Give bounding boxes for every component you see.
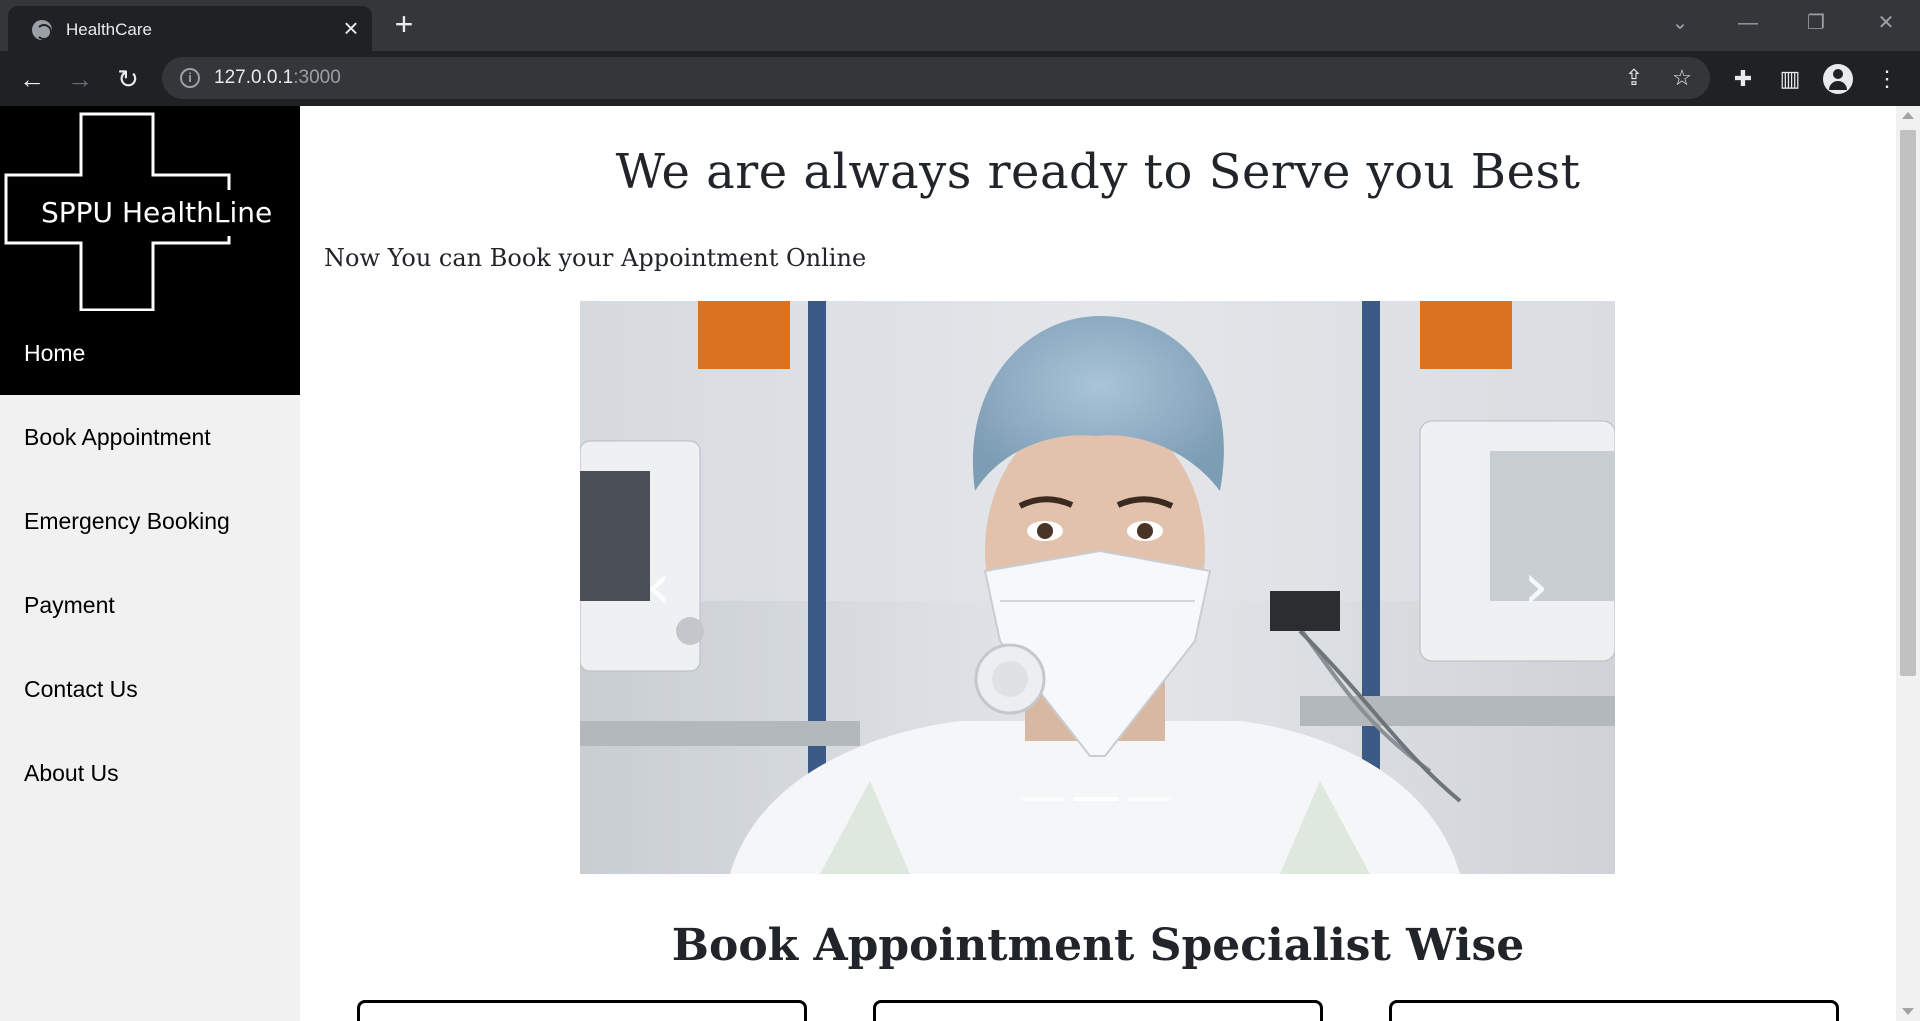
tab-search-icon[interactable]: ⌄ <box>1660 8 1700 38</box>
extensions-icon[interactable]: ✚ <box>1727 63 1759 95</box>
carousel-slide-image <box>580 301 1615 874</box>
specialist-card[interactable] <box>357 1000 807 1021</box>
page-subtitle: Now You can Book your Appointment Online <box>324 244 867 272</box>
sidebar-item-contact-us[interactable]: Contact Us <box>0 647 300 731</box>
scroll-up-icon[interactable] <box>1902 112 1914 119</box>
page-scrollbar[interactable] <box>1896 106 1920 1021</box>
profile-avatar-icon[interactable] <box>1823 64 1853 94</box>
sidebar-item-book-appointment[interactable]: Book Appointment <box>0 395 300 479</box>
browser-tabstrip: HealthCare × + ⌄ — ❐ ✕ <box>0 0 1920 51</box>
side-panel-icon[interactable]: ▥ <box>1774 63 1806 95</box>
carousel-indicator[interactable] <box>1128 797 1172 801</box>
specialist-card[interactable] <box>873 1000 1323 1021</box>
scroll-down-icon[interactable] <box>1902 1008 1914 1015</box>
carousel-indicator-active[interactable] <box>1074 797 1118 801</box>
site-info-icon[interactable]: i <box>180 68 200 88</box>
section-title: Book Appointment Specialist Wise <box>671 920 1525 971</box>
sidebar-item-payment[interactable]: Payment <box>0 563 300 647</box>
restore-icon[interactable]: ❐ <box>1796 8 1836 38</box>
minimize-icon[interactable]: — <box>1728 8 1768 38</box>
specialist-card[interactable] <box>1389 1000 1839 1021</box>
scroll-thumb[interactable] <box>1900 130 1916 676</box>
browser-toolbar: ← → ↻ i 127.0.0.1:3000 ⇪ ☆ ✚ ▥ ⋮ <box>0 51 1920 106</box>
page-title: We are always ready to Serve you Best <box>615 144 1581 200</box>
carousel-next-icon[interactable]: › <box>1506 539 1566 635</box>
close-window-icon[interactable]: ✕ <box>1866 8 1906 38</box>
sidebar-item-about-us[interactable]: About Us <box>0 731 300 815</box>
main-content: We are always ready to Serve you Best No… <box>300 106 1896 1021</box>
forward-icon[interactable]: → <box>64 63 96 95</box>
reload-icon[interactable]: ↻ <box>112 63 144 95</box>
page-viewport: SPPU HealthLine Home Book Appointment Em… <box>0 106 1920 1021</box>
sidebar-item-emergency-booking[interactable]: Emergency Booking <box>0 479 300 563</box>
url-port: :3000 <box>293 67 341 88</box>
tab-close-button[interactable]: × <box>338 15 364 42</box>
url-text[interactable]: 127.0.0.1:3000 <box>214 67 341 89</box>
sidebar: SPPU HealthLine Home Book Appointment Em… <box>0 106 300 1021</box>
logo-cross-icon: SPPU HealthLine <box>4 112 298 311</box>
browser-tab[interactable]: HealthCare × <box>8 6 372 51</box>
back-icon[interactable]: ← <box>16 63 48 95</box>
tab-title: HealthCare <box>66 20 152 39</box>
sidebar-item-home[interactable]: Home <box>0 311 300 395</box>
url-host: 127.0.0.1 <box>214 67 294 88</box>
image-carousel: ‹ › <box>580 301 1615 874</box>
share-icon[interactable]: ⇪ <box>1620 64 1648 92</box>
carousel-indicator[interactable] <box>1020 797 1064 801</box>
logo[interactable]: SPPU HealthLine <box>0 106 300 311</box>
carousel-prev-icon[interactable]: ‹ <box>628 539 688 635</box>
address-bar[interactable]: i 127.0.0.1:3000 ⇪ ☆ <box>162 57 1710 99</box>
menu-kebab-icon[interactable]: ⋮ <box>1871 63 1903 95</box>
bookmark-star-icon[interactable]: ☆ <box>1668 64 1696 92</box>
globe-icon <box>32 20 52 40</box>
logo-text: SPPU HealthLine <box>41 196 272 229</box>
carousel-indicators <box>1020 797 1180 803</box>
new-tab-button[interactable]: + <box>388 8 420 42</box>
